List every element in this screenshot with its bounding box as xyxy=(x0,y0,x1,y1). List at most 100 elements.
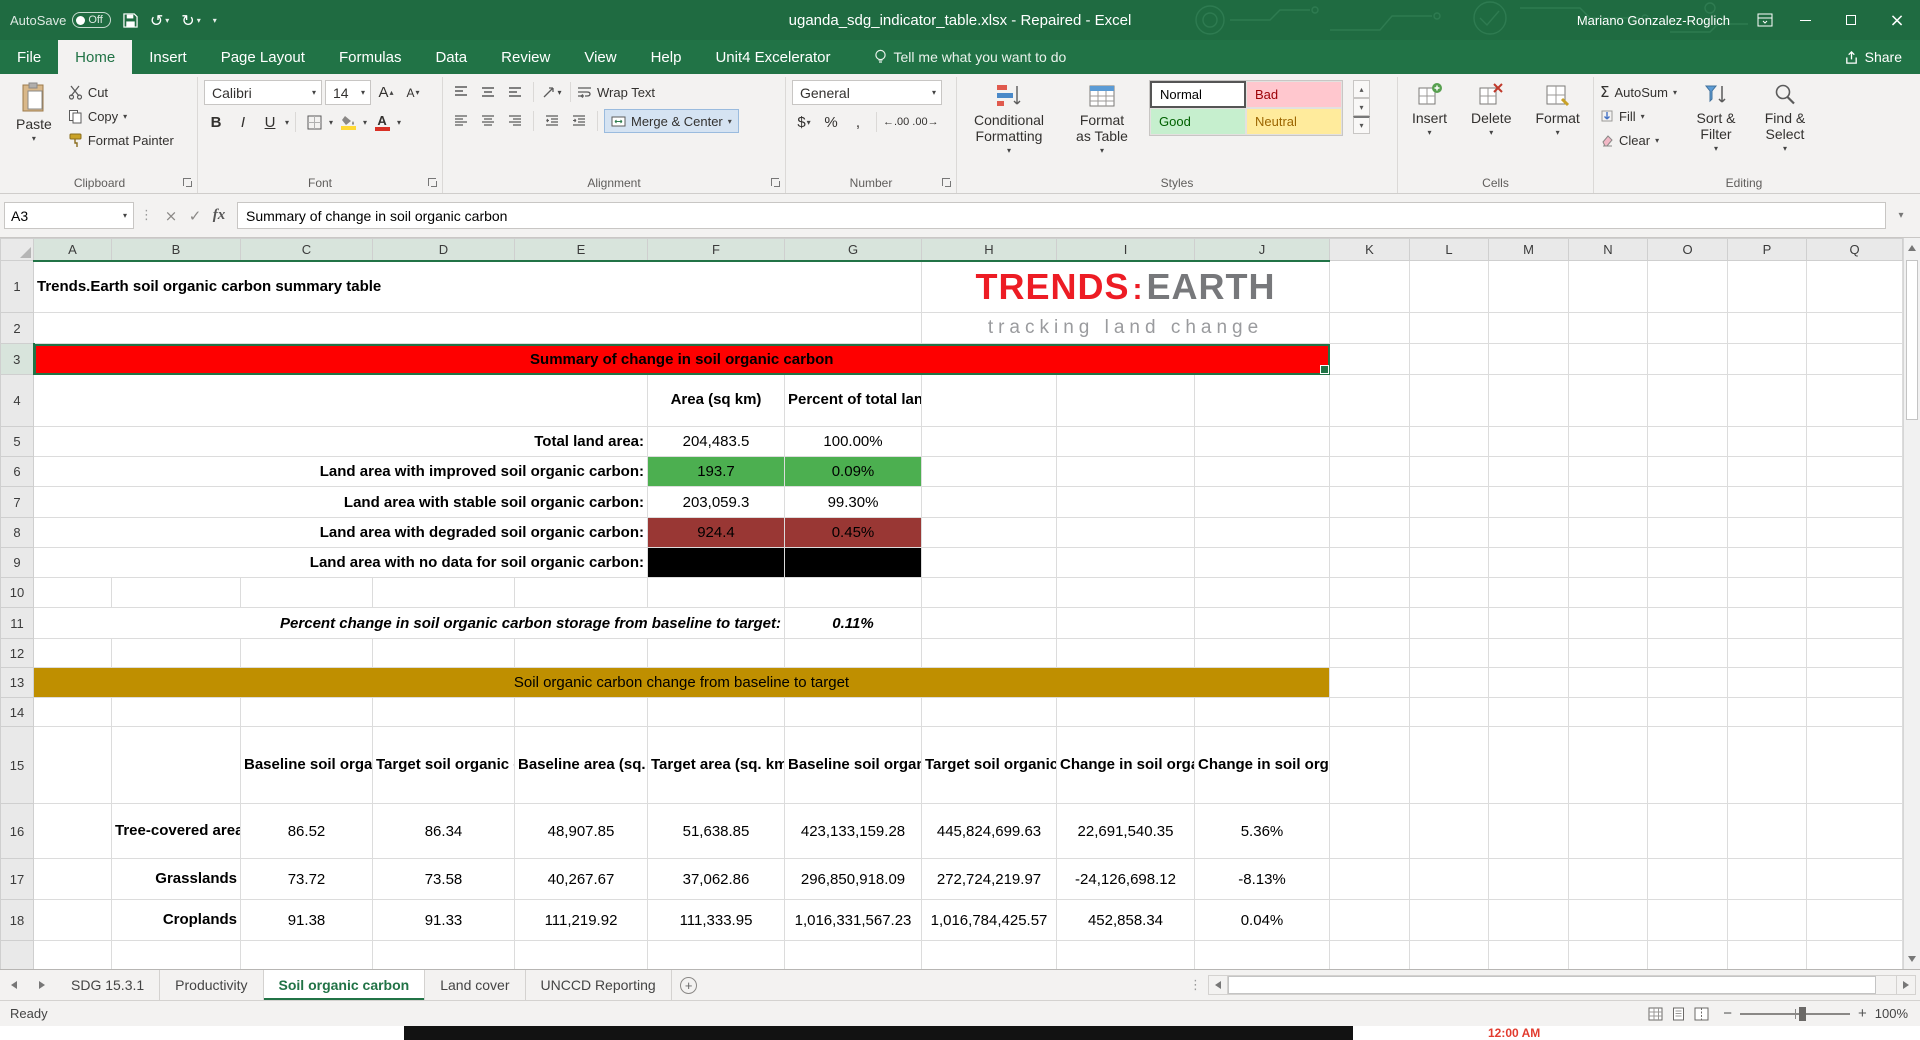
decrease-indent-button[interactable] xyxy=(540,109,564,133)
page-layout-view-button[interactable] xyxy=(1671,1007,1686,1021)
cell[interactable] xyxy=(922,698,1057,727)
cell[interactable] xyxy=(1807,457,1903,487)
cell[interactable]: 86.34 xyxy=(373,804,515,859)
column-header-D[interactable]: D xyxy=(373,239,515,261)
tell-me-box[interactable]: Tell me what you want to do xyxy=(874,40,1067,74)
scroll-down-button[interactable] xyxy=(1904,949,1920,969)
cell[interactable] xyxy=(1569,639,1648,668)
cell-header-target-soc[interactable]: Target soil organic carbon (tonnes) xyxy=(922,727,1057,804)
cell[interactable] xyxy=(515,639,648,668)
cell[interactable] xyxy=(34,578,112,608)
horizontal-scroll-thumb[interactable] xyxy=(1228,976,1876,994)
cell[interactable] xyxy=(785,698,922,727)
cell[interactable]: -24,126,698.12 xyxy=(1057,859,1195,900)
cell[interactable] xyxy=(1807,804,1903,859)
cell[interactable] xyxy=(1728,487,1807,518)
fill-color-dropdown-icon[interactable]: ▾ xyxy=(363,118,367,127)
column-header-I[interactable]: I xyxy=(1057,239,1195,261)
cell[interactable] xyxy=(515,698,648,727)
column-header-B[interactable]: B xyxy=(112,239,241,261)
row-header-15[interactable]: 15 xyxy=(1,727,34,804)
cell[interactable] xyxy=(1728,261,1807,313)
cell[interactable] xyxy=(1569,548,1648,578)
cell[interactable] xyxy=(1648,668,1728,698)
cell[interactable] xyxy=(1807,727,1903,804)
cell[interactable] xyxy=(1330,639,1410,668)
cell-style-normal[interactable]: Normal xyxy=(1150,81,1246,108)
italic-button[interactable]: I xyxy=(231,110,255,134)
cell-improved-percent[interactable]: 0.09% xyxy=(785,457,922,487)
cancel-entry-button[interactable]: × xyxy=(159,207,183,225)
horizontal-scrollbar[interactable] xyxy=(1208,970,1920,1000)
cell[interactable] xyxy=(1057,518,1195,548)
cell[interactable]: 22,691,540.35 xyxy=(1057,804,1195,859)
scroll-up-button[interactable] xyxy=(1904,238,1920,258)
bold-button[interactable]: B xyxy=(204,110,228,134)
cell-header-target-area[interactable]: Target area (sq. km) xyxy=(648,727,785,804)
cell[interactable] xyxy=(1489,427,1569,457)
cell[interactable] xyxy=(1569,608,1648,639)
cell[interactable] xyxy=(1410,313,1489,344)
tab-review[interactable]: Review xyxy=(484,40,567,74)
cell[interactable] xyxy=(1648,487,1728,518)
cell[interactable] xyxy=(1330,261,1410,313)
cell-header-area[interactable]: Area (sq km) xyxy=(648,375,785,427)
find-select-button[interactable]: Find & Select▾ xyxy=(1755,80,1815,155)
cell[interactable] xyxy=(1489,457,1569,487)
cell[interactable] xyxy=(1195,578,1330,608)
cell[interactable] xyxy=(1410,608,1489,639)
cell[interactable] xyxy=(1648,427,1728,457)
cell-degraded-area[interactable]: 924.4 xyxy=(648,518,785,548)
row-header-13[interactable]: 13 xyxy=(1,668,34,698)
cell[interactable] xyxy=(1728,639,1807,668)
comma-style-button[interactable]: , xyxy=(846,110,870,134)
cell[interactable] xyxy=(1410,639,1489,668)
column-header-C[interactable]: C xyxy=(241,239,373,261)
row-header-19[interactable] xyxy=(1,941,34,970)
format-as-table-button[interactable]: Format as Table▾ xyxy=(1063,80,1141,157)
formula-input[interactable]: Summary of change in soil organic carbon xyxy=(237,202,1886,229)
cell[interactable] xyxy=(1330,548,1410,578)
cell[interactable] xyxy=(1410,261,1489,313)
cell[interactable] xyxy=(1728,578,1807,608)
cell[interactable] xyxy=(1569,668,1648,698)
cell[interactable] xyxy=(1807,375,1903,427)
row-header-1[interactable]: 1 xyxy=(1,261,34,313)
cell[interactable] xyxy=(785,639,922,668)
column-header-F[interactable]: F xyxy=(648,239,785,261)
cell[interactable] xyxy=(922,427,1057,457)
cell[interactable] xyxy=(1648,457,1728,487)
fill-color-button[interactable] xyxy=(336,110,360,134)
cell[interactable] xyxy=(1569,457,1648,487)
cell[interactable] xyxy=(1330,375,1410,427)
cell[interactable] xyxy=(1057,941,1195,970)
cell[interactable]: 91.33 xyxy=(373,900,515,941)
cell[interactable] xyxy=(1410,578,1489,608)
zoom-level[interactable]: 100% xyxy=(1875,1006,1908,1021)
cell[interactable] xyxy=(1569,727,1648,804)
cell-style-good[interactable]: Good xyxy=(1150,108,1246,135)
cell[interactable] xyxy=(1410,727,1489,804)
font-size-select[interactable]: 14▾ xyxy=(325,80,371,105)
cell[interactable] xyxy=(1728,608,1807,639)
cell[interactable] xyxy=(1330,727,1410,804)
cell[interactable] xyxy=(1489,313,1569,344)
horizontal-scroll-track[interactable] xyxy=(1228,975,1896,995)
row-header-18[interactable]: 18 xyxy=(1,900,34,941)
row-header-10[interactable]: 10 xyxy=(1,578,34,608)
cell[interactable] xyxy=(1330,487,1410,518)
row-header-12[interactable]: 12 xyxy=(1,639,34,668)
row-header-7[interactable]: 7 xyxy=(1,487,34,518)
cell[interactable] xyxy=(1330,518,1410,548)
align-center-button[interactable] xyxy=(476,109,500,133)
cell[interactable] xyxy=(1410,487,1489,518)
cell[interactable]: 73.58 xyxy=(373,859,515,900)
cell-header-baseline-soc-ha[interactable]: Baseline soil organic carbon (tonnes / h… xyxy=(241,727,373,804)
cell[interactable] xyxy=(1648,518,1728,548)
cell[interactable] xyxy=(1728,727,1807,804)
tab-help[interactable]: Help xyxy=(634,40,699,74)
cell[interactable] xyxy=(1057,548,1195,578)
cell[interactable] xyxy=(1330,608,1410,639)
sheet-tab-land-cover[interactable]: Land cover xyxy=(425,970,525,1000)
cell-summary-banner[interactable]: Summary of change in soil organic carbon xyxy=(34,344,1330,375)
